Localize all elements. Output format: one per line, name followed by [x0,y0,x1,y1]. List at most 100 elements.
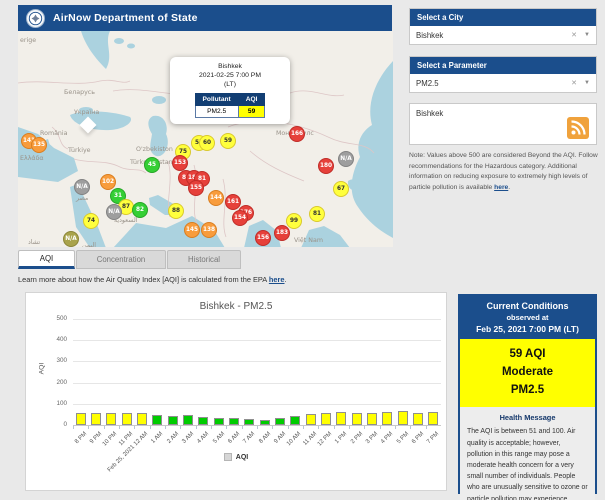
chart-x-tick-mark [364,426,366,429]
aqi-marker[interactable]: 155 [188,180,204,196]
app-title: AirNow Department of State [53,12,198,24]
chart-gridline [73,403,441,405]
aqi-marker[interactable]: 82 [132,202,148,218]
parameter-caret-down-icon[interactable]: ▼ [584,80,590,86]
aqi-marker[interactable]: 67 [333,181,349,197]
aqi-bar[interactable] [259,419,270,425]
aqi-bar[interactable] [167,415,178,425]
cc-aqi-value: 59 AQI [509,348,546,360]
aqi-marker[interactable]: 153 [172,155,188,171]
aqi-map[interactable]: erige Беларусь Україна România Ελλάδα Türkiye… [18,31,393,247]
aqi-marker[interactable]: N/A [338,151,354,167]
tab-concentration[interactable]: Concentration [76,250,166,269]
chart-x-tick-mark [88,426,90,429]
city-feed-box: Bishkek [409,103,597,145]
learn-more-text: Learn more about how the Air Quality Ind… [18,275,287,284]
popup-col-aqi: AQI [237,92,266,106]
chart-x-tick-mark [349,426,350,429]
aqi-marker[interactable]: N/A [74,179,90,195]
aqi-marker[interactable]: 59 [220,133,236,149]
aqi-marker[interactable]: N/A [106,204,122,220]
aqi-bar[interactable] [152,415,163,425]
chart-x-tick-mark [425,426,427,429]
parameter-select-value: PM2.5 [416,78,439,88]
chart-x-tick-label: 8 AM [257,431,272,445]
city-select[interactable]: Bishkek ✕ ▼ [410,26,596,44]
aqi-bar[interactable] [290,416,301,425]
aqi-bar[interactable] [336,412,347,425]
aqi-bar[interactable] [351,412,362,425]
chart-y-axis-label: AQI [38,362,46,375]
chart-x-tick-mark [165,426,166,429]
cc-aqi-category: Moderate [501,365,554,378]
chart-x-tick-mark [395,426,396,429]
city-select-value: Bishkek [416,30,444,40]
aqi-marker[interactable]: 145 [184,222,200,238]
aqi-marker[interactable]: 45 [144,157,160,173]
aqi-marker[interactable]: 60 [199,135,215,151]
chart-y-tick: 200 [56,378,67,386]
aqi-bar[interactable] [229,417,239,425]
chart-x-tick-mark [318,426,320,429]
aqi-marker[interactable]: 166 [289,126,305,142]
cc-datetime: Feb 25, 2021 7:00 PM (LT) [476,324,579,334]
chart-legend[interactable]: AQI [26,453,446,461]
aqi-marker[interactable]: 88 [168,203,184,219]
cc-health-section: Health Message The AQI is between 51 and… [460,407,595,500]
chart-x-tick-mark [211,426,212,429]
tab-aqi[interactable]: AQI [18,250,75,269]
popup-col-pollutant: Pollutant [194,92,239,106]
aqi-marker[interactable]: 156 [255,230,271,246]
chart-y-tick: 0 [63,421,67,428]
aqi-bar[interactable] [91,413,101,425]
legend-swatch-icon [223,453,232,461]
aqi-marker[interactable]: 135 [31,137,47,153]
epa-here-link[interactable]: here [269,275,285,284]
rss-feed-icon[interactable] [567,117,589,139]
parameter-clear-icon[interactable]: ✕ [571,79,577,87]
chart-y-tick: 100 [56,399,67,407]
aqi-bar[interactable] [367,412,377,425]
chart-x-tick-label: 4 AM [196,431,211,445]
aqi-bar[interactable] [413,412,423,425]
aqi-bar[interactable] [305,413,316,425]
aqi-marker[interactable]: 183 [274,225,290,241]
feed-city-label: Bishkek [416,109,444,118]
aqi-bar[interactable] [198,416,209,425]
popup-datetime: 2021-02-25 7:00 PM [199,72,261,80]
aqi-marker[interactable]: N/A [63,231,79,247]
note-here-link[interactable]: here [494,184,508,191]
chart-x-tick-label: 6 AM [227,431,242,445]
aqi-bar[interactable] [137,413,147,425]
popup-city: Bishkek [218,63,242,70]
aqi-marker[interactable]: 144 [208,190,224,206]
aqi-bar[interactable] [75,413,86,425]
aqi-bar[interactable] [106,412,117,425]
aqi-bar[interactable] [428,412,439,425]
aqi-bar[interactable] [244,418,255,425]
aqi-bar[interactable] [121,412,132,425]
city-caret-down-icon[interactable]: ▼ [584,32,590,38]
aqi-marker[interactable]: 81 [309,206,325,222]
aqi-marker[interactable]: 138 [201,222,217,238]
aqi-marker[interactable]: 180 [318,158,334,174]
aqi-marker[interactable]: 74 [83,213,99,229]
aqi-marker[interactable]: 99 [286,213,302,229]
note-suffix: . [508,184,511,192]
city-clear-icon[interactable]: ✕ [571,31,577,39]
aqi-bar[interactable] [382,412,393,425]
parameter-select[interactable]: PM2.5 ✕ ▼ [410,74,596,92]
chart-y-tick: 400 [56,336,67,344]
aqi-bar[interactable] [397,411,408,425]
chart-x-tick-label: 2 PM [349,431,364,446]
tab-historical[interactable]: Historical [167,250,241,269]
chart-x-tick-label: 12 PM [316,431,334,448]
aqi-bar[interactable] [213,417,224,425]
aqi-marker[interactable]: 102 [100,174,116,190]
aqi-bar[interactable] [321,413,331,425]
cc-observed-at: observed at [506,313,549,322]
aqi-marker[interactable]: 154 [232,210,248,226]
aqi-bar[interactable] [275,418,285,425]
chart-x-tick-label: 5 PM [395,431,410,446]
aqi-bar[interactable] [183,415,193,425]
